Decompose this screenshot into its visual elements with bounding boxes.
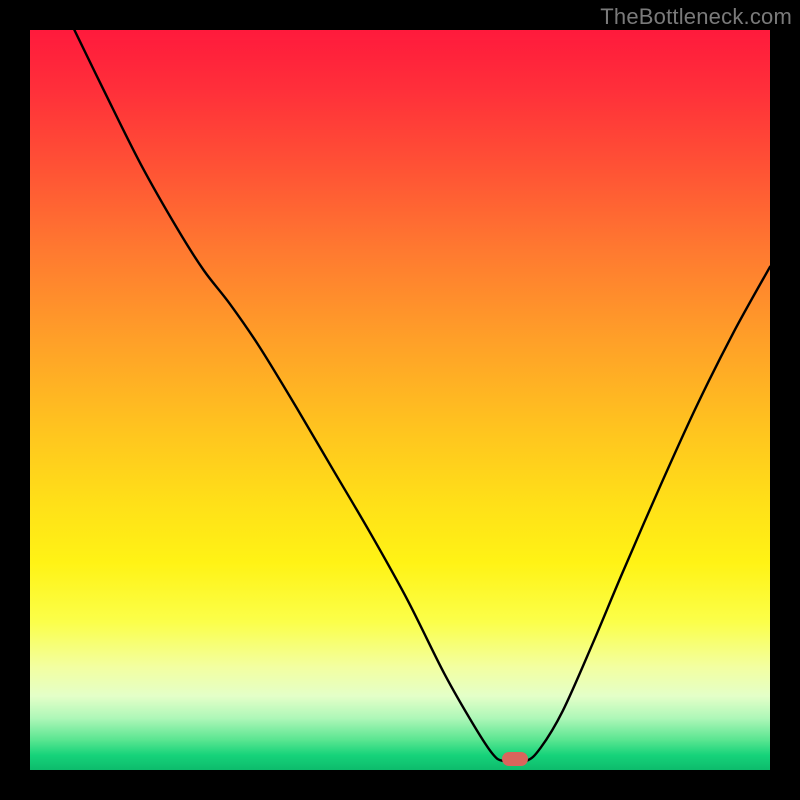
chart-stage: TheBottleneck.com (0, 0, 800, 800)
plot-area (30, 30, 770, 770)
bottleneck-curve (30, 30, 770, 770)
watermark-text: TheBottleneck.com (600, 4, 792, 30)
optimal-marker (502, 752, 528, 766)
